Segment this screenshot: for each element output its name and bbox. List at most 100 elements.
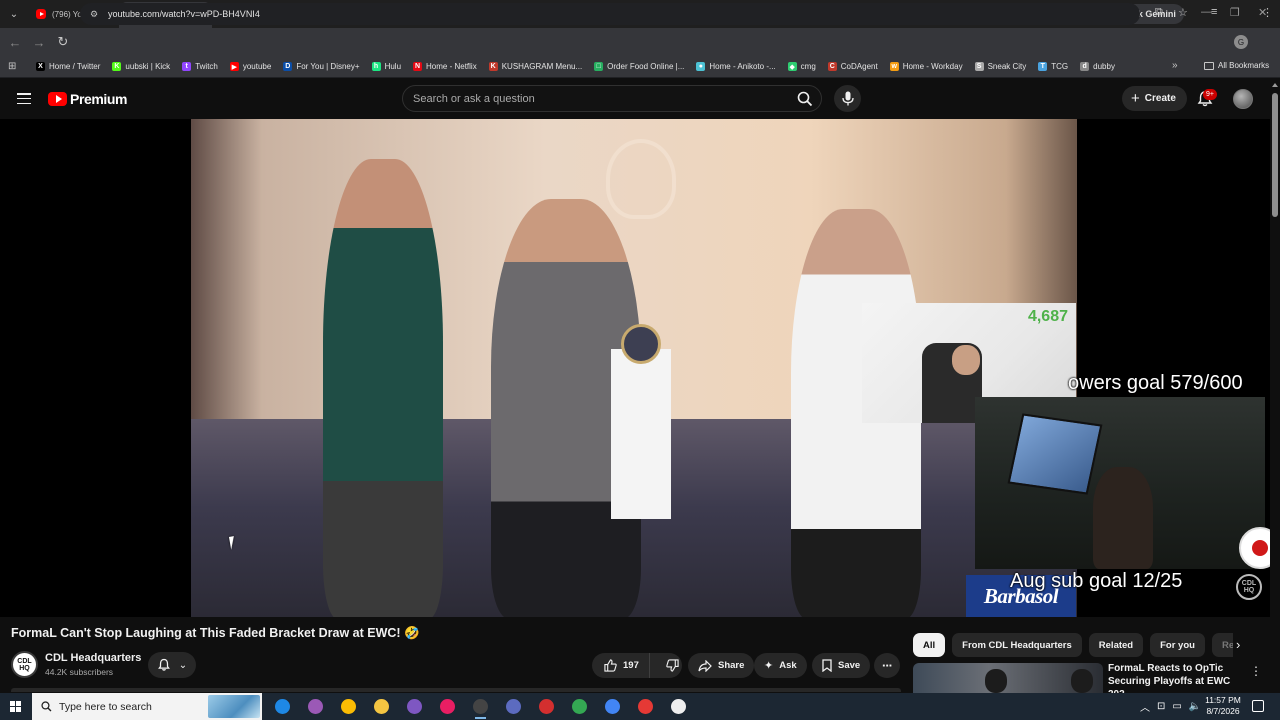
save-label: Save bbox=[838, 660, 861, 671]
like-button[interactable]: 197 bbox=[592, 653, 650, 678]
kick-icon: K bbox=[112, 62, 122, 71]
related-video-menu-icon[interactable]: ⋮ bbox=[1250, 664, 1262, 678]
taskbar-search-input[interactable]: Type here to search bbox=[32, 693, 262, 720]
create-button[interactable]: + Create bbox=[1122, 86, 1187, 111]
bookmark-item[interactable]: Kuubski | Kick bbox=[112, 62, 170, 71]
bookmark-item[interactable]: S Sneak City bbox=[974, 62, 1026, 71]
disney-icon: D bbox=[283, 62, 293, 71]
bookmark-item[interactable]: D For You | Disney+ bbox=[283, 62, 360, 71]
back-button[interactable]: ← bbox=[3, 30, 27, 54]
description-box[interactable] bbox=[11, 688, 901, 692]
bookmark-star-icon[interactable]: ☆ bbox=[1178, 6, 1188, 19]
channel-watermark[interactable]: CDL HQ bbox=[1236, 574, 1262, 600]
youtube-premium-logo[interactable]: Premium bbox=[48, 91, 128, 107]
forward-button[interactable]: → bbox=[27, 30, 51, 54]
bookmarks-bar: ⊞ X Home / Twitter Kuubski | Kick t Twitch ▶ y… bbox=[0, 56, 1280, 78]
taskbar-app[interactable] bbox=[497, 693, 530, 720]
taskbar-app[interactable] bbox=[563, 693, 596, 720]
bookmark-item[interactable]: N Home - Netflix bbox=[413, 62, 477, 71]
taskbar-app[interactable] bbox=[431, 693, 464, 720]
reload-button[interactable]: ↻ bbox=[51, 30, 75, 54]
bookmark-item[interactable]: d dubby bbox=[1080, 62, 1115, 71]
bookmark-item[interactable]: T TCG bbox=[1038, 62, 1068, 71]
thumbs-down-icon bbox=[666, 659, 679, 672]
ask-label: Ask bbox=[779, 660, 797, 671]
notification-center-icon[interactable] bbox=[1252, 700, 1264, 712]
filter-chip[interactable]: Recently u bbox=[1211, 633, 1233, 657]
taskbar-app[interactable] bbox=[629, 693, 662, 720]
scroll-up-icon[interactable] bbox=[1272, 83, 1278, 87]
taskbar-app[interactable] bbox=[332, 693, 365, 720]
taskbar-app[interactable] bbox=[398, 693, 431, 720]
bookmark-item[interactable]: ● Home - Anikoto -... bbox=[696, 62, 776, 71]
channel-name[interactable]: CDL Headquarters bbox=[45, 652, 141, 664]
bookmark-label: For You | Disney+ bbox=[296, 62, 360, 71]
x-icon: X bbox=[36, 62, 45, 71]
bookmark-item[interactable]: w Home - Workday bbox=[889, 62, 963, 71]
restore-window-button[interactable]: ❐ bbox=[1230, 6, 1240, 19]
filter-chip[interactable]: For you bbox=[1150, 633, 1205, 657]
bookmark-item[interactable]: K KUSHAGRAM Menu... bbox=[488, 62, 582, 71]
tab-search-button[interactable]: ⌄ bbox=[2, 2, 26, 26]
filter-chip[interactable]: All bbox=[913, 633, 946, 657]
thumbnail-person bbox=[1071, 669, 1093, 693]
youtube-play-icon bbox=[48, 92, 67, 106]
battery-icon[interactable]: ▭ bbox=[1172, 701, 1181, 712]
chevron-right-icon[interactable]: › bbox=[1236, 637, 1240, 652]
taskbar-clock[interactable]: 11:57 PM 8/7/2026 bbox=[1200, 695, 1246, 717]
more-actions-button[interactable]: ··· bbox=[874, 653, 900, 678]
media-controls-icon[interactable]: ≡ bbox=[1211, 6, 1217, 18]
search-icon bbox=[797, 91, 813, 106]
filter-chip[interactable]: From CDL Headquarters bbox=[952, 633, 1082, 657]
share-button[interactable]: Share bbox=[688, 653, 755, 678]
show-hidden-icons-icon[interactable]: ︿ bbox=[1140, 699, 1150, 714]
bookmark-item[interactable]: t Twitch bbox=[182, 62, 218, 71]
taskbar-app[interactable] bbox=[266, 693, 299, 720]
related-video-thumbnail[interactable] bbox=[913, 663, 1103, 693]
bookmark-item[interactable]: h Hulu bbox=[371, 62, 401, 71]
bookmark-item[interactable]: □ Order Food Online |... bbox=[594, 62, 684, 71]
filter-chip[interactable]: Related bbox=[1088, 633, 1144, 657]
channel-avatar[interactable]: CDL HQ bbox=[11, 651, 38, 678]
apps-grid-icon[interactable]: ⊞ bbox=[8, 61, 22, 72]
dislike-button[interactable] bbox=[656, 653, 689, 678]
account-avatar[interactable] bbox=[1233, 89, 1253, 109]
share-icon bbox=[698, 659, 712, 672]
mouse-cursor-icon bbox=[228, 535, 242, 550]
taskbar-app[interactable] bbox=[530, 693, 563, 720]
profile-avatar[interactable]: G bbox=[1234, 35, 1248, 49]
site-info-icon[interactable]: ⚙ bbox=[88, 8, 100, 20]
media-icon bbox=[440, 699, 455, 714]
subscription-notifications-button[interactable]: ⌄ bbox=[148, 652, 196, 678]
network-icon[interactable]: ⊡ bbox=[1157, 701, 1165, 712]
thumbs-up-icon bbox=[604, 659, 617, 672]
guide-menu-icon[interactable] bbox=[17, 93, 31, 104]
search-button[interactable] bbox=[792, 87, 818, 110]
youtube-icon: ▶ bbox=[229, 62, 239, 71]
taskbar-app[interactable] bbox=[464, 693, 497, 720]
start-button[interactable] bbox=[0, 693, 30, 720]
address-bar[interactable]: ⚙ youtube.com/watch?v=wPD-BH4VNI4 bbox=[80, 3, 1140, 25]
search-input[interactable]: Search or ask a question bbox=[402, 85, 822, 112]
system-tray: ︿ ⊡ ▭ 🔈 bbox=[1140, 693, 1201, 720]
bookmark-item[interactable]: C CoDAgent bbox=[827, 62, 878, 71]
taskbar-app[interactable] bbox=[596, 693, 629, 720]
edge-icon bbox=[275, 699, 290, 714]
all-bookmarks-button[interactable]: All Bookmarks bbox=[1204, 61, 1269, 70]
taskbar-app[interactable] bbox=[299, 693, 332, 720]
more-bookmarks-icon[interactable]: » bbox=[1172, 60, 1178, 71]
page-scrollbar[interactable] bbox=[1270, 79, 1280, 689]
ask-button[interactable]: ✦ Ask bbox=[754, 653, 807, 678]
chrome-menu-icon[interactable]: ⋮ bbox=[1262, 6, 1273, 19]
bookmark-label: Home - Netflix bbox=[426, 62, 477, 71]
trophy-pedestal bbox=[611, 349, 671, 519]
bookmark-item[interactable]: ◆ cmg bbox=[787, 62, 816, 71]
taskbar-app[interactable] bbox=[662, 693, 695, 720]
voice-search-button[interactable] bbox=[834, 85, 861, 112]
install-app-icon[interactable]: ⧉ bbox=[1155, 6, 1163, 19]
scrollbar-thumb[interactable] bbox=[1272, 93, 1278, 217]
bookmark-item[interactable]: X Home / Twitter bbox=[36, 62, 100, 71]
bookmark-item[interactable]: ▶ youtube bbox=[229, 62, 271, 71]
taskbar-app[interactable] bbox=[365, 693, 398, 720]
save-button[interactable]: Save bbox=[812, 653, 871, 678]
